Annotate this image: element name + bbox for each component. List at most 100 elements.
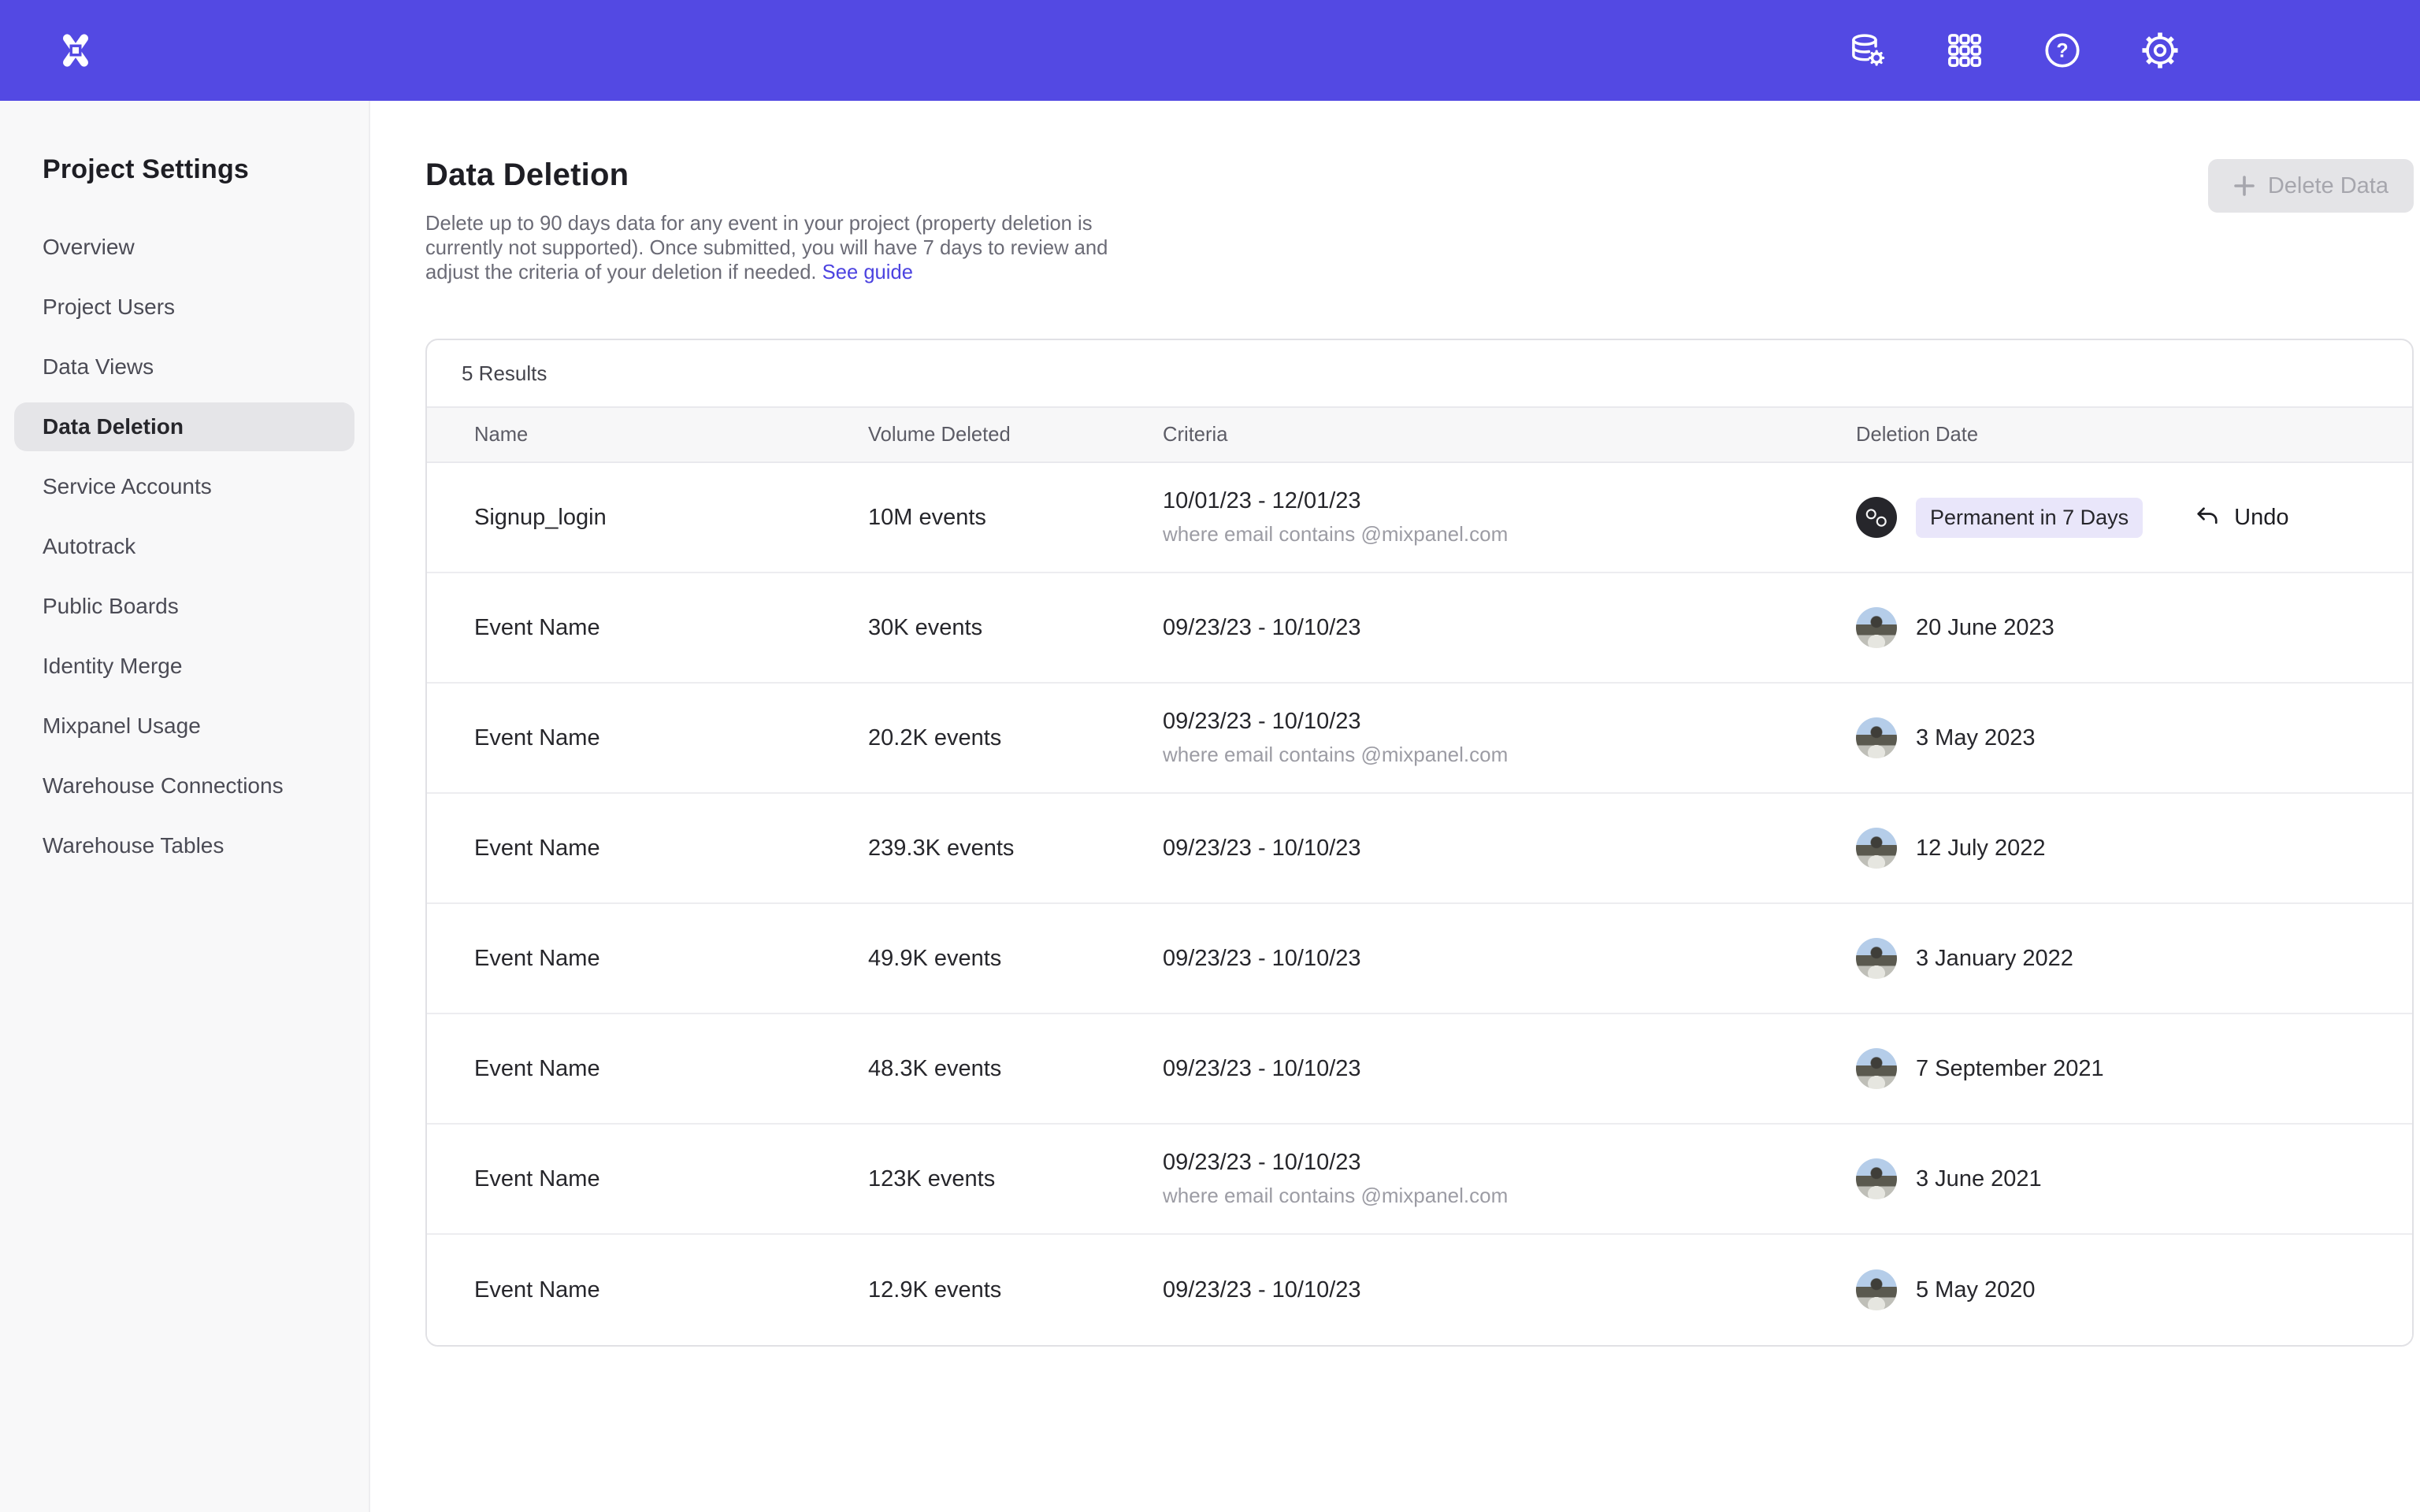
main-content: Data Deletion Delete up to 90 days data … — [370, 101, 2420, 1512]
row-name: Event Name — [474, 946, 868, 972]
row-deletion-date-cell: 3 May 2023 — [1856, 717, 2365, 758]
row-name: Event Name — [474, 1166, 868, 1192]
row-criteria-range: 09/23/23 - 10/10/23 — [1163, 836, 1856, 862]
row-volume: 48.3K events — [868, 1056, 1163, 1082]
row-volume: 20.2K events — [868, 725, 1163, 751]
gear-icon — [2140, 30, 2181, 71]
column-header-criteria: Criteria — [1163, 424, 1856, 447]
row-criteria-range: 09/23/23 - 10/10/23 — [1163, 615, 1856, 641]
row-criteria-filter: where email contains @mixpanel.com — [1163, 1184, 1856, 1208]
column-header-name: Name — [474, 424, 868, 447]
row-criteria-filter: where email contains @mixpanel.com — [1163, 743, 1856, 767]
results-bar: 5 Results — [427, 340, 2412, 406]
deletion-date: 3 May 2023 — [1916, 725, 2036, 751]
row-criteria: 10/01/23 - 12/01/23 where email contains… — [1163, 488, 1856, 547]
avatar — [1856, 497, 1897, 538]
row-volume: 49.9K events — [868, 946, 1163, 972]
row-criteria: 09/23/23 - 10/10/23 — [1163, 1056, 1856, 1082]
row-criteria: 09/23/23 - 10/10/23 where email contains… — [1163, 709, 1856, 767]
table-row: Event Name 48.3K events 09/23/23 - 10/10… — [427, 1014, 2412, 1125]
row-volume: 123K events — [868, 1166, 1163, 1192]
svg-text:?: ? — [2056, 40, 2068, 62]
column-header-volume-deleted: Volume Deleted — [868, 424, 1163, 447]
app-root: ? Project Settings — [0, 0, 2420, 1512]
row-volume: 239.3K events — [868, 836, 1163, 862]
table-row: Signup_login 10M events 10/01/23 - 12/01… — [427, 463, 2412, 573]
avatar — [1856, 938, 1897, 979]
sidebar-item-project-users[interactable]: Project Users — [14, 283, 354, 332]
settings-button[interactable] — [2140, 30, 2181, 71]
sidebar-item-mixpanel-usage[interactable]: Mixpanel Usage — [14, 702, 354, 750]
row-name: Event Name — [474, 1277, 868, 1303]
table-row: Event Name 30K events 09/23/23 - 10/10/2… — [427, 573, 2412, 684]
table-row: Event Name 12.9K events 09/23/23 - 10/10… — [427, 1235, 2412, 1345]
sidebar-item-warehouse-connections[interactable]: Warehouse Connections — [14, 762, 354, 810]
row-criteria: 09/23/23 - 10/10/23 — [1163, 836, 1856, 862]
apps-grid-button[interactable] — [1944, 30, 1985, 71]
page-title: Data Deletion — [425, 158, 2208, 193]
sidebar-heading: Project Settings — [43, 154, 354, 185]
sidebar-item-overview[interactable]: Overview — [14, 223, 354, 272]
row-deletion-date-cell: 3 January 2022 — [1856, 938, 2365, 979]
shell: Project Settings Overview Project Users … — [0, 101, 2420, 1512]
avatar — [1856, 1269, 1897, 1310]
row-criteria-range: 09/23/23 - 10/10/23 — [1163, 946, 1856, 972]
page-description-line1: Delete up to 90 days data for any event … — [425, 212, 1134, 236]
row-volume: 30K events — [868, 615, 1163, 641]
row-volume: 12.9K events — [868, 1277, 1163, 1303]
table-row: Event Name 239.3K events 09/23/23 - 10/1… — [427, 794, 2412, 904]
undo-icon — [2193, 503, 2221, 532]
help-icon: ? — [2042, 30, 2083, 71]
avatar — [1856, 1158, 1897, 1199]
row-deletion-date-cell: 5 May 2020 — [1856, 1269, 2365, 1310]
table-row: Event Name 20.2K events 09/23/23 - 10/10… — [427, 684, 2412, 794]
avatar — [1856, 1048, 1897, 1089]
plus-icon — [2233, 175, 2255, 197]
topbar-actions: ? — [1847, 30, 2181, 71]
deletion-date: 12 July 2022 — [1916, 836, 2045, 862]
row-criteria: 09/23/23 - 10/10/23 — [1163, 615, 1856, 641]
page-head-text: Data Deletion Delete up to 90 days data … — [425, 158, 2208, 285]
apps-grid-icon — [1945, 31, 1984, 70]
deletion-date: 20 June 2023 — [1916, 615, 2054, 641]
deletion-date: 7 September 2021 — [1916, 1056, 2104, 1082]
row-criteria: 09/23/23 - 10/10/23 — [1163, 1277, 1856, 1303]
row-deletion-date-cell: 20 June 2023 — [1856, 607, 2365, 648]
see-guide-link[interactable]: See guide — [822, 261, 913, 284]
mixpanel-logo[interactable] — [44, 19, 107, 82]
undo-button[interactable]: Undo — [2193, 503, 2288, 532]
row-criteria-range: 09/23/23 - 10/10/23 — [1163, 1150, 1856, 1176]
row-criteria: 09/23/23 - 10/10/23 where email contains… — [1163, 1150, 1856, 1208]
deletion-date: 3 June 2021 — [1916, 1166, 2042, 1192]
row-criteria-filter: where email contains @mixpanel.com — [1163, 522, 1856, 547]
delete-data-button[interactable]: Delete Data — [2208, 159, 2414, 213]
deletion-date: 5 May 2020 — [1916, 1277, 2036, 1303]
table-row: Event Name 123K events 09/23/23 - 10/10/… — [427, 1125, 2412, 1235]
row-criteria-range: 09/23/23 - 10/10/23 — [1163, 709, 1856, 735]
sidebar-item-data-deletion[interactable]: Data Deletion — [14, 402, 354, 451]
row-name: Event Name — [474, 615, 868, 641]
page-description-line2: currently not supported). Once submitted… — [425, 236, 1134, 261]
sidebar-item-autotrack[interactable]: Autotrack — [14, 522, 354, 571]
table-header-row: Name Volume Deleted Criteria Deletion Da… — [427, 406, 2412, 463]
help-button[interactable]: ? — [2042, 30, 2083, 71]
row-deletion-date-cell: 12 July 2022 — [1856, 828, 2365, 869]
row-criteria-range: 09/23/23 - 10/10/23 — [1163, 1277, 1856, 1303]
results-count: 5 Results — [462, 361, 547, 386]
row-name: Signup_login — [474, 505, 868, 531]
sidebar-item-service-accounts[interactable]: Service Accounts — [14, 462, 354, 511]
avatar — [1856, 828, 1897, 869]
delete-data-button-label: Delete Data — [2268, 173, 2388, 199]
row-deletion-date-cell: 3 June 2021 — [1856, 1158, 2365, 1199]
table-row: Event Name 49.9K events 09/23/23 - 10/10… — [427, 904, 2412, 1014]
sidebar-item-public-boards[interactable]: Public Boards — [14, 582, 354, 631]
sidebar-item-data-views[interactable]: Data Views — [14, 343, 354, 391]
row-criteria: 09/23/23 - 10/10/23 — [1163, 946, 1856, 972]
avatar — [1856, 717, 1897, 758]
data-management-button[interactable] — [1847, 30, 1887, 71]
row-deletion-date-cell: Permanent in 7 Days Undo — [1856, 497, 2365, 538]
page-description-line3: adjust the criteria of your deletion if … — [425, 261, 1134, 285]
sidebar-item-warehouse-tables[interactable]: Warehouse Tables — [14, 821, 354, 870]
sidebar-item-identity-merge[interactable]: Identity Merge — [14, 642, 354, 691]
row-name: Event Name — [474, 725, 868, 751]
